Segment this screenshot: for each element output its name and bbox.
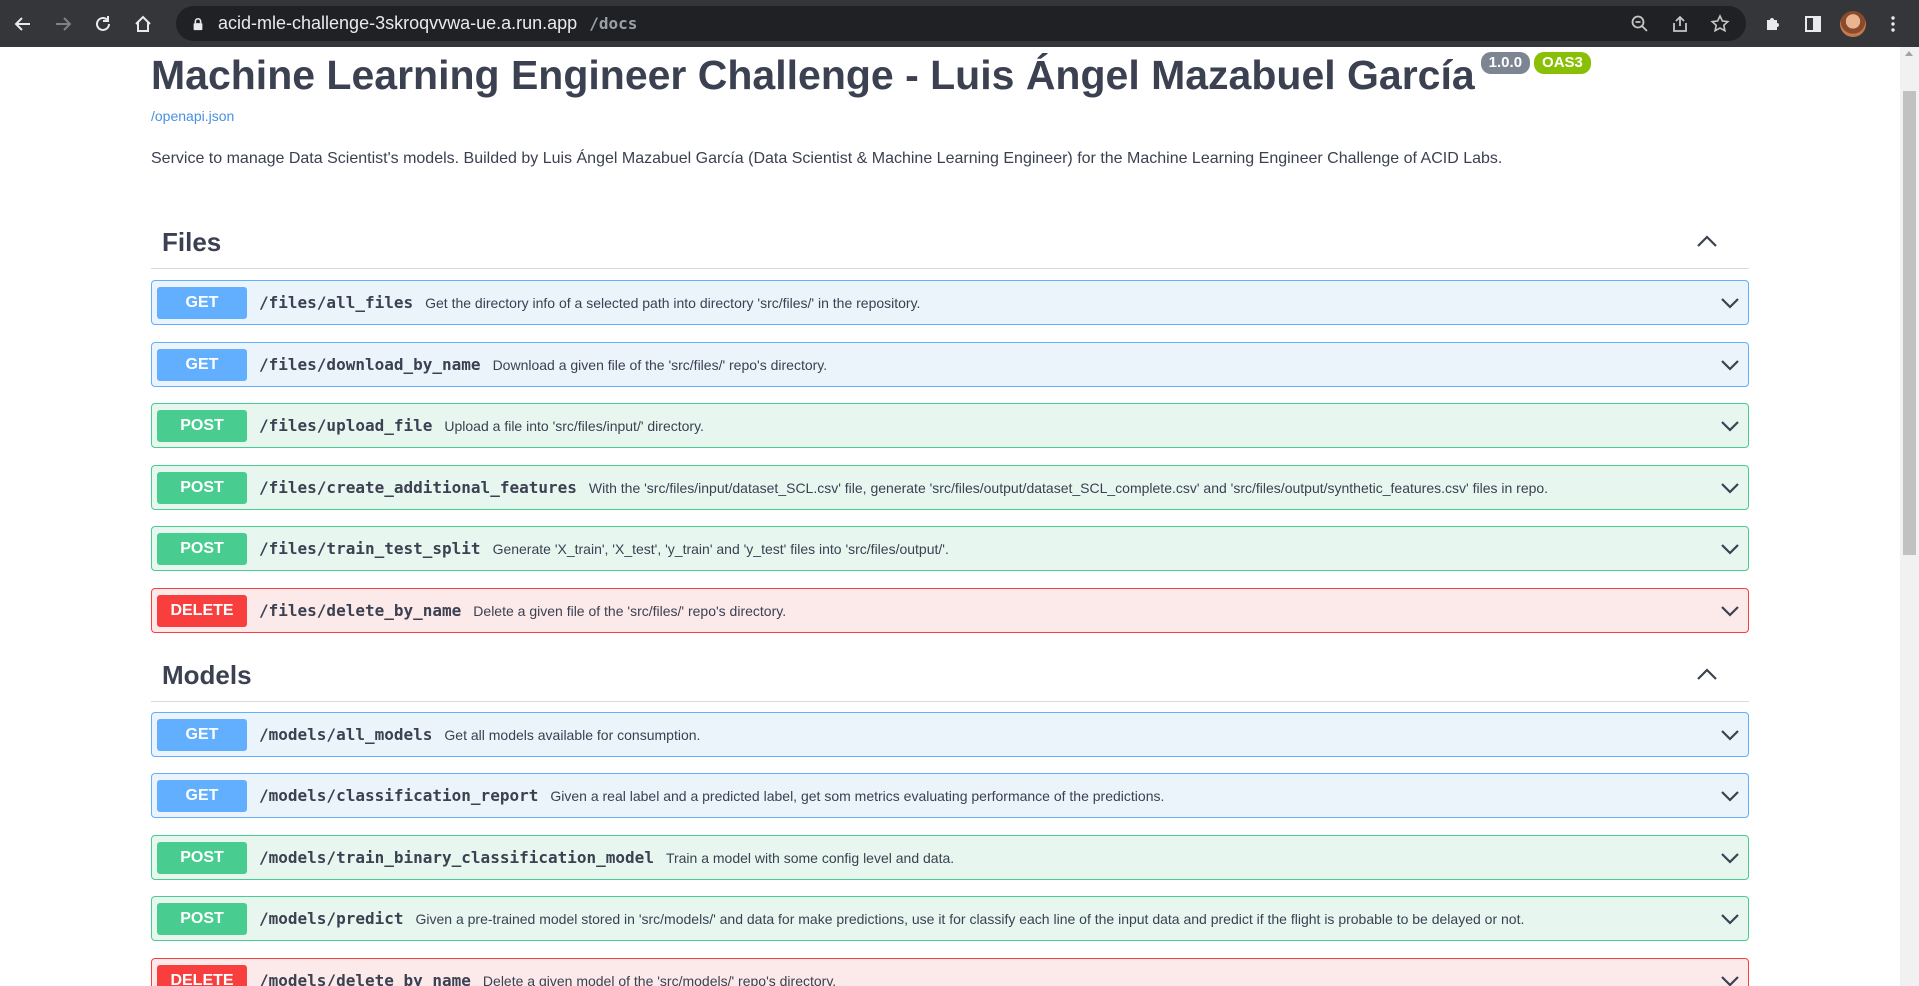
tag-models-title: Models xyxy=(162,660,252,690)
operation-models-predict[interactable]: POST /models/predict Given a pre-trained… xyxy=(151,896,1749,941)
chevron-down-icon[interactable] xyxy=(1720,356,1740,374)
share-icon xyxy=(1673,15,1687,32)
tag-files[interactable]: Files xyxy=(151,219,1749,269)
side-panel-icon xyxy=(1805,15,1821,32)
operation-path: /models/all_models xyxy=(259,725,433,744)
operation-path: /models/predict xyxy=(259,909,404,928)
url-host: acid-mle-challenge-3skroqvvwa-ue.a.run.a… xyxy=(218,13,578,33)
operation-summary: Delete a given file of the 'src/files/' … xyxy=(473,602,787,619)
star-icon xyxy=(1710,13,1730,32)
browser-toolbar: acid-mle-challenge-3skroqvvwa-ue.a.run.a… xyxy=(0,0,1919,47)
operation-summary: Download a given file of the 'src/files/… xyxy=(492,356,828,373)
page-scrollbar[interactable] xyxy=(1900,47,1919,986)
home-icon xyxy=(135,15,151,32)
operation-summary: Delete a given model of the 'src/models/… xyxy=(482,972,837,986)
operation-path: /files/all_files xyxy=(259,293,414,312)
operation-summary: Get all models available for consumption… xyxy=(444,726,701,743)
reload-button[interactable] xyxy=(86,7,120,41)
zoom-button[interactable] xyxy=(1620,6,1660,41)
kebab-menu-icon xyxy=(1891,15,1895,32)
chevron-down-icon[interactable] xyxy=(1720,417,1740,435)
operation-path: /files/upload_file xyxy=(259,416,433,435)
operation-files-download-by-name[interactable]: GET /files/download_by_name Download a g… xyxy=(151,342,1749,387)
operation-files-create-additional-features[interactable]: POST /files/create_additional_features W… xyxy=(151,465,1749,510)
operation-summary: Get the directory info of a selected pat… xyxy=(425,294,921,311)
method-badge: POST xyxy=(157,409,247,442)
forward-arrow-icon xyxy=(56,16,72,31)
operation-path: /models/train_binary_classification_mode… xyxy=(259,848,654,867)
operation-files-delete-by-name[interactable]: DELETE /files/delete_by_name Delete a gi… xyxy=(151,588,1749,633)
oas-badge: OAS3 xyxy=(1534,52,1591,74)
scrollbar-thumb[interactable] xyxy=(1903,91,1916,555)
method-badge: POST xyxy=(157,471,247,504)
operation-files-upload-file[interactable]: POST /files/upload_file Upload a file in… xyxy=(151,403,1749,448)
chevron-down-icon[interactable] xyxy=(1720,294,1740,312)
operation-summary: Generate 'X_train', 'X_test', 'y_train' … xyxy=(492,540,949,557)
puzzle-icon xyxy=(1767,17,1779,30)
method-badge: DELETE xyxy=(157,594,247,627)
extensions-button[interactable] xyxy=(1753,6,1793,41)
method-badge: DELETE xyxy=(157,964,247,986)
method-badge: POST xyxy=(157,841,247,874)
back-arrow-icon xyxy=(14,16,30,31)
tag-files-title: Files xyxy=(162,227,222,257)
chevron-up-icon[interactable] xyxy=(1695,233,1719,249)
side-panel-button[interactable] xyxy=(1793,6,1833,41)
chevron-down-icon[interactable] xyxy=(1720,972,1740,986)
browser-menu-button[interactable] xyxy=(1873,6,1913,41)
api-description: Service to manage Data Scientist's model… xyxy=(151,150,1503,167)
page-title: Machine Learning Engineer Challenge - Lu… xyxy=(151,52,1475,98)
chevron-down-icon[interactable] xyxy=(1720,787,1740,805)
share-button[interactable] xyxy=(1660,6,1700,41)
method-badge: GET xyxy=(157,348,247,381)
avatar xyxy=(1840,10,1866,37)
method-badge: POST xyxy=(157,902,247,935)
profile-button[interactable] xyxy=(1833,6,1873,41)
operation-path: /files/download_by_name xyxy=(259,355,481,374)
chevron-down-icon[interactable] xyxy=(1720,602,1740,620)
openapi-json-link[interactable]: /openapi.json xyxy=(151,108,1751,124)
lock-icon xyxy=(190,16,206,32)
scroll-up-arrow-icon[interactable] xyxy=(1905,51,1913,56)
operation-summary: With the 'src/files/input/dataset_SCL.cs… xyxy=(588,479,1549,496)
operation-summary: Given a real label and a predicted label… xyxy=(550,787,1165,804)
operation-path: /files/create_additional_features xyxy=(259,478,577,497)
operation-summary: Given a pre-trained model stored in 'src… xyxy=(415,910,1525,927)
url-text: acid-mle-challenge-3skroqvvwa-ue.a.run.a… xyxy=(218,13,637,34)
method-badge: GET xyxy=(157,286,247,319)
tag-models[interactable]: Models xyxy=(151,652,1749,702)
chevron-down-icon[interactable] xyxy=(1720,910,1740,928)
api-info: Machine Learning Engineer Challenge - Lu… xyxy=(151,47,1751,168)
operation-path: /models/classification_report xyxy=(259,786,539,805)
operation-files-train-test-split[interactable]: POST /files/train_test_split Generate 'X… xyxy=(151,526,1749,571)
operation-path: /files/delete_by_name xyxy=(259,601,462,620)
chevron-down-icon[interactable] xyxy=(1720,479,1740,497)
reload-icon xyxy=(96,15,110,31)
chevron-down-icon[interactable] xyxy=(1720,726,1740,744)
address-bar[interactable]: acid-mle-challenge-3skroqvvwa-ue.a.run.a… xyxy=(176,6,1746,41)
home-button[interactable] xyxy=(126,7,160,41)
swagger-page: Machine Learning Engineer Challenge - Lu… xyxy=(0,47,1900,986)
operation-models-train-binary-classification-model[interactable]: POST /models/train_binary_classification… xyxy=(151,835,1749,880)
bookmark-button[interactable] xyxy=(1700,6,1740,41)
operation-models-classification-report[interactable]: GET /models/classification_report Given … xyxy=(151,773,1749,818)
chevron-up-icon[interactable] xyxy=(1695,666,1719,682)
url-path: /docs xyxy=(589,14,638,33)
method-badge: GET xyxy=(157,718,247,751)
chevron-down-icon[interactable] xyxy=(1720,540,1740,558)
back-button[interactable] xyxy=(6,7,40,41)
operation-models-all-models[interactable]: GET /models/all_models Get all models av… xyxy=(151,712,1749,757)
zoom-out-icon xyxy=(1631,15,1648,32)
method-badge: POST xyxy=(157,532,247,565)
operation-summary: Train a model with some config level and… xyxy=(665,849,955,866)
chevron-down-icon[interactable] xyxy=(1720,849,1740,867)
operation-files-all-files[interactable]: GET /files/all_files Get the directory i… xyxy=(151,280,1749,325)
operation-path: /files/train_test_split xyxy=(259,539,481,558)
forward-button[interactable] xyxy=(46,7,80,41)
version-badge: 1.0.0 xyxy=(1480,52,1531,74)
operation-summary: Upload a file into 'src/files/input/' di… xyxy=(444,417,704,434)
operation-path: /models/delete_by_name xyxy=(259,971,471,986)
operation-models-delete-by-name[interactable]: DELETE /models/delete_by_name Delete a g… xyxy=(151,958,1749,986)
method-badge: GET xyxy=(157,779,247,812)
